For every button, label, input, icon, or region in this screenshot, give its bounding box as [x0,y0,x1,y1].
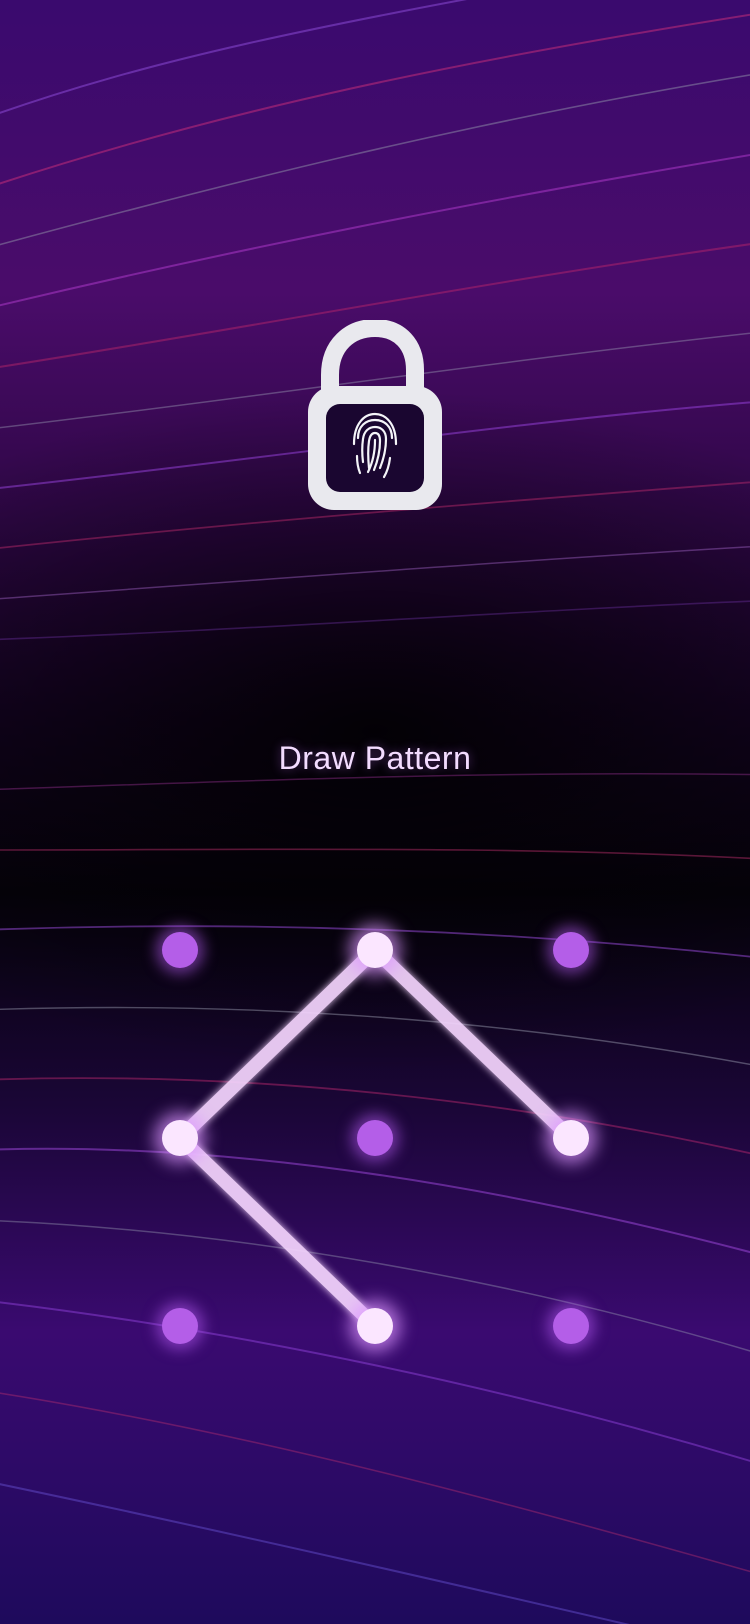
pattern-dot-3[interactable] [553,932,589,968]
pattern-dot-2[interactable] [357,932,393,968]
lock-screen: Draw Pattern [0,0,750,1624]
pattern-dot-4[interactable] [162,1120,198,1156]
pattern-dot-1[interactable] [162,932,198,968]
pattern-dot-7[interactable] [162,1308,198,1344]
pattern-dot-9[interactable] [553,1308,589,1344]
pattern-path [173,943,578,1333]
pattern-dot-8[interactable] [357,1308,393,1344]
pattern-dot-5[interactable] [357,1120,393,1156]
pattern-dot-6[interactable] [553,1120,589,1156]
